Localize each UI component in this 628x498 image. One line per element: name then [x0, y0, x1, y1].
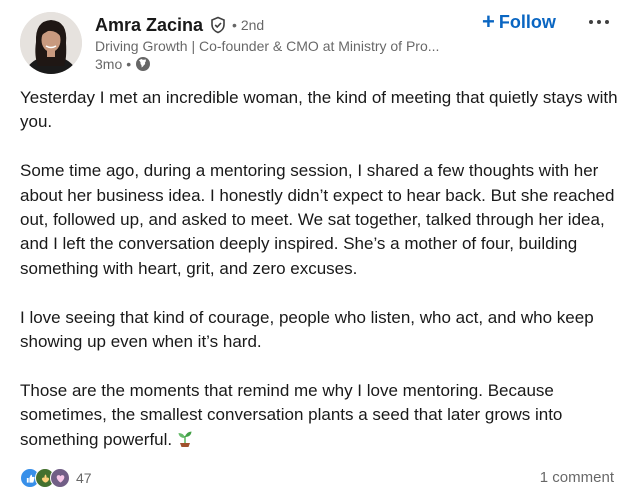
- feed-post: Amra Zacina • 2nd Driving Growth | Co-fo…: [0, 0, 628, 498]
- post-paragraph: Yesterday I met an incredible woman, the…: [20, 88, 618, 132]
- meta-separator: •: [126, 56, 132, 72]
- ellipsis-icon[interactable]: [584, 10, 614, 34]
- post-paragraph: Those are the moments that remind me why…: [20, 380, 563, 449]
- author-headline: Driving Growth | Co-founder & CMO at Min…: [95, 38, 440, 54]
- post-paragraph-last: Those are the moments that remind me why…: [20, 379, 620, 452]
- post-paragraph: Some time ago, during a mentoring sessio…: [20, 161, 615, 278]
- author-avatar[interactable]: [20, 12, 82, 74]
- post-time: 3mo: [95, 56, 123, 72]
- follow-label: Follow: [498, 11, 556, 32]
- post-meta: 3mo •: [95, 56, 151, 72]
- post-paragraph: I love seeing that kind of courage, peop…: [20, 307, 594, 352]
- follow-button[interactable]: + Follow: [476, 9, 562, 35]
- seedling-icon: [176, 430, 194, 448]
- author-name[interactable]: Amra Zacina: [95, 15, 203, 36]
- comment-count[interactable]: 1 comment: [540, 469, 614, 486]
- reactions-summary[interactable]: 47: [20, 468, 92, 488]
- globe-icon: [135, 56, 151, 72]
- author-name-row: Amra Zacina • 2nd: [95, 13, 264, 37]
- plus-icon: +: [482, 9, 495, 34]
- connection-degree: • 2nd: [232, 17, 265, 33]
- reaction-count: 47: [76, 470, 92, 486]
- post-text: Yesterday I met an incredible woman, the…: [20, 86, 620, 452]
- support-icon: [50, 468, 70, 488]
- verified-shield-icon[interactable]: [209, 16, 227, 34]
- avatar-photo-icon: [20, 12, 82, 74]
